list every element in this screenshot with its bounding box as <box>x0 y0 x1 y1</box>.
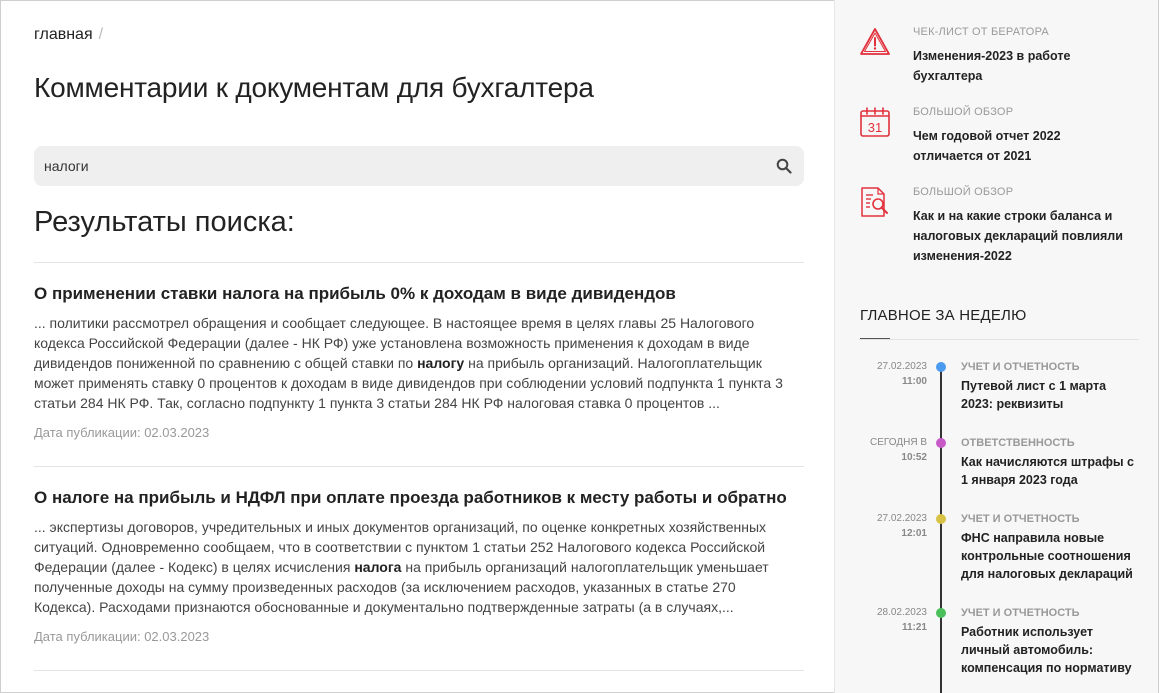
title-text: О применении ставки <box>34 284 223 303</box>
snippet-text: статьи 284 НК РФ. Так, согласно подпункт… <box>34 395 720 411</box>
news-time: 11:21 <box>901 622 927 633</box>
week-underline <box>860 338 890 339</box>
news-category: УЧЕТ И ОТЧЕТНОСТЬ <box>961 361 1080 373</box>
snippet-line: кодекса Российской Федерации (далее - НК… <box>34 333 804 353</box>
snippet-text: может применять ставку 0 процентов к дох… <box>34 375 783 391</box>
title-text: на прибыль и НДФЛ при оплате проезда раб… <box>109 488 787 507</box>
timeline-dot <box>936 438 946 448</box>
snippet-text: на прибыль организаций. Налогоплательщик <box>464 355 762 371</box>
snippet-text: полученные доходы на сумму произведенных… <box>34 579 736 595</box>
result-divider <box>34 466 804 467</box>
search-result: О применении ставки налога на прибыль 0%… <box>34 283 804 440</box>
snippet-line: дивидендов пониженной по сравнению с общ… <box>34 353 804 373</box>
result-snippet: ... политики рассмотрел обращения и сооб… <box>34 313 804 413</box>
promo-title-link[interactable]: Как и на какие строки баланса и налоговы… <box>913 206 1123 266</box>
news-date: 28.02.2023 <box>876 607 927 618</box>
result-title-link[interactable]: О налоге на прибыль и НДФЛ при оплате пр… <box>34 487 804 509</box>
title-highlight: налога <box>222 284 280 303</box>
snippet-line: Кодекса). Расходами признаются обоснован… <box>34 597 804 617</box>
snippet-line: статьи 284 НК РФ. Так, согласно подпункт… <box>34 393 804 413</box>
snippet-text: ситуаций. Одновременно сообщаем, что в с… <box>34 539 766 555</box>
timeline-dot <box>936 362 946 372</box>
timeline-dot <box>936 608 946 618</box>
results-title: Результаты поиска: <box>34 206 295 238</box>
result-date: Дата публикации: 02.03.2023 <box>34 629 210 644</box>
warning-icon <box>860 28 890 55</box>
result-divider <box>34 670 804 671</box>
news-time: 12:01 <box>901 528 927 539</box>
week-divider <box>859 339 1139 340</box>
search-icon[interactable] <box>776 158 792 174</box>
page-title: Комментарии к документам для бухгалтера <box>34 72 594 103</box>
snippet-line: Федерации (далее - Кодекс) в целях исчис… <box>34 557 804 577</box>
promo-kicker: БОЛЬШОЙ ОБЗОР <box>913 186 1014 198</box>
snippet-text: дивидендов пониженной по сравнению с общ… <box>34 355 418 371</box>
document-search-icon <box>861 187 888 217</box>
breadcrumb-home-link[interactable]: главная <box>34 26 93 43</box>
snippet-line: ситуаций. Одновременно сообщаем, что в с… <box>34 537 804 557</box>
search-result: О налоге на прибыль и НДФЛ при оплате пр… <box>34 487 804 644</box>
result-title-link[interactable]: О применении ставки налога на прибыль 0%… <box>34 283 804 305</box>
snippet-text: на прибыль организаций налогоплательщик … <box>401 559 769 575</box>
news-category: ОТВЕТСТВЕННОСТЬ <box>961 437 1075 449</box>
promo-title-link[interactable]: Изменения-2023 в работе бухгалтера <box>913 46 1123 86</box>
results-divider <box>34 262 804 263</box>
news-title-link[interactable]: Как начисляются штрафы с 1 января 2023 г… <box>961 453 1141 489</box>
title-text: на прибыль 0% к доходам в виде дивидендо… <box>279 284 676 303</box>
snippet-line: может применять ставку 0 процентов к дох… <box>34 373 804 393</box>
sidebar: ЧЕК-ЛИСТ ОТ БЕРАТОРА Изменения-2023 в ра… <box>834 0 1158 693</box>
calendar-icon: 31 <box>860 107 890 137</box>
title-text: О <box>34 488 52 507</box>
snippet-text: ... политики рассмотрел обращения и сооб… <box>34 315 755 331</box>
snippet-text: Кодекса). Расходами признаются обоснован… <box>34 599 734 615</box>
news-date: СЕГОДНЯ В <box>870 437 927 448</box>
result-snippet: ... экспертизы договоров, учредительных … <box>34 517 804 617</box>
news-title-link[interactable]: ФНС направила новые контрольные соотноше… <box>961 529 1141 583</box>
promo-title-link[interactable]: Чем годовой отчет 2022 отличается от 202… <box>913 126 1123 166</box>
news-title-link[interactable]: Работник использует личный автомобиль: к… <box>961 623 1141 677</box>
promo-kicker: ЧЕК-ЛИСТ ОТ БЕРАТОРА <box>913 26 1049 38</box>
news-time: 10:52 <box>901 452 927 463</box>
timeline-dot <box>936 514 946 524</box>
news-date: 27.02.2023 <box>876 361 927 372</box>
snippet-highlight: налогу <box>417 355 465 371</box>
news-category: УЧЕТ И ОТЧЕТНОСТЬ <box>961 513 1080 525</box>
news-time: 11:00 <box>901 376 927 387</box>
news-category: УЧЕТ И ОТЧЕТНОСТЬ <box>961 607 1080 619</box>
snippet-text: ... экспертизы договоров, учредительных … <box>34 519 767 535</box>
breadcrumb: главная / <box>34 26 103 44</box>
snippet-line: полученные доходы на сумму произведенных… <box>34 577 804 597</box>
calendar-day: 31 <box>868 120 882 135</box>
promo-kicker: БОЛЬШОЙ ОБЗОР <box>913 106 1014 118</box>
snippet-line: ... экспертизы договоров, учредительных … <box>34 517 804 537</box>
week-heading: ГЛАВНОЕ ЗА НЕДЕЛЮ <box>860 307 1027 324</box>
snippet-text: кодекса Российской Федерации (далее - НК… <box>34 335 750 351</box>
snippet-highlight: налога <box>354 559 402 575</box>
search-input[interactable] <box>44 146 764 186</box>
result-date: Дата публикации: 02.03.2023 <box>34 425 210 440</box>
news-title-link[interactable]: Путевой лист с 1 марта 2023: реквизиты <box>961 377 1141 413</box>
title-highlight: налоге <box>51 488 110 507</box>
timeline-line <box>940 366 942 693</box>
search-bar <box>34 146 804 186</box>
snippet-line: ... политики рассмотрел обращения и сооб… <box>34 313 804 333</box>
news-date: 27.02.2023 <box>876 513 927 524</box>
snippet-text: Федерации (далее - Кодекс) в целях исчис… <box>34 559 355 575</box>
breadcrumb-separator: / <box>98 26 104 43</box>
